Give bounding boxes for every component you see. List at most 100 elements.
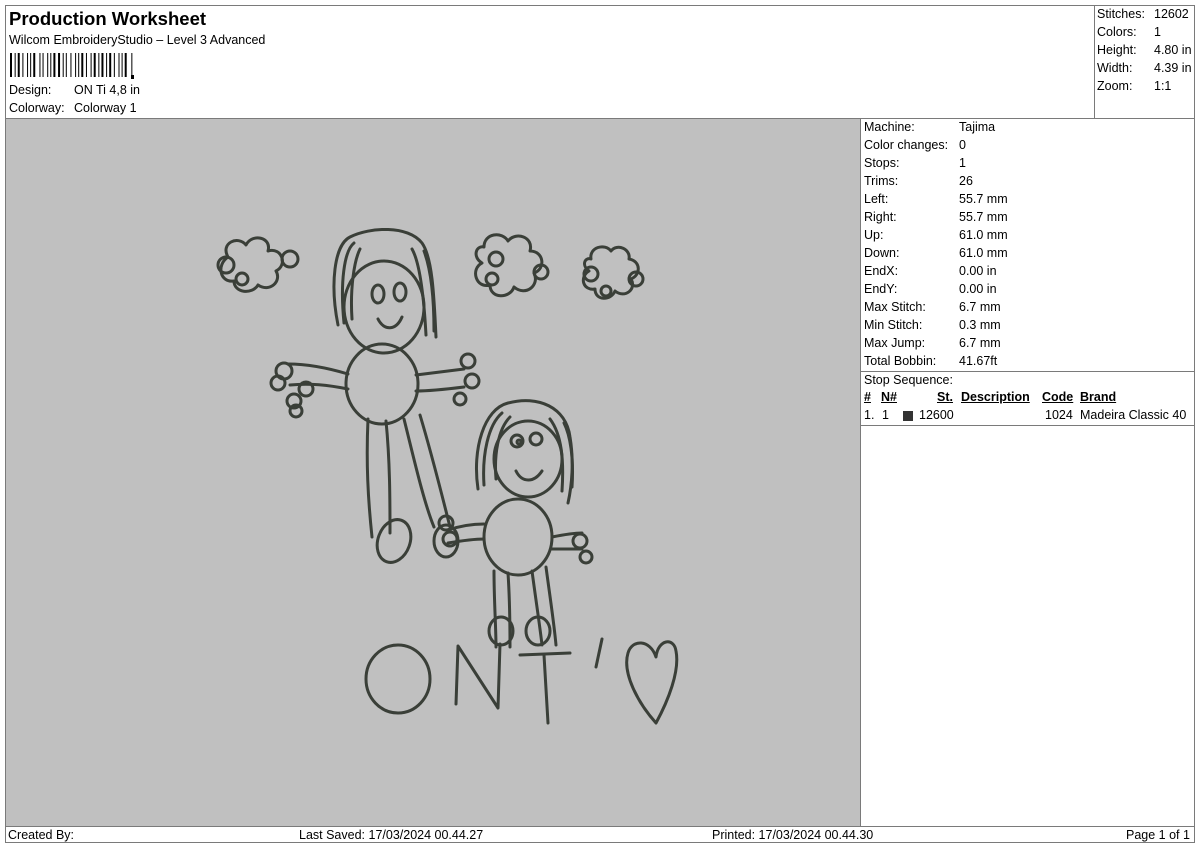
info-label: Right: bbox=[864, 210, 897, 224]
info-row: Right: 55.7 mm bbox=[864, 210, 1008, 224]
info-value: 0.00 in bbox=[959, 282, 997, 296]
barcode-bar bbox=[27, 53, 29, 77]
info-row: EndX: 0.00 in bbox=[864, 264, 997, 278]
design-label: Design: bbox=[9, 83, 52, 97]
info-value: 1 bbox=[959, 156, 966, 170]
page-number: Page 1 of 1 bbox=[1126, 828, 1190, 842]
barcode-bar bbox=[93, 53, 96, 77]
info-label: Stops: bbox=[864, 156, 900, 170]
worksheet-footer: Created By: Last Saved: 17/03/2024 00.44… bbox=[6, 826, 1194, 842]
stop-sequence-title: Stop Sequence: bbox=[864, 373, 953, 387]
info-label: Up: bbox=[864, 228, 884, 242]
stop-sequence-header: # N# St. Description Code Brand bbox=[864, 390, 1192, 406]
stat-value: 1 bbox=[1154, 25, 1161, 39]
stat-value: 12602 bbox=[1154, 7, 1189, 21]
barcode-bar bbox=[58, 53, 61, 77]
barcode-bar bbox=[62, 53, 64, 77]
divider bbox=[861, 371, 1194, 372]
stat-label: Height: bbox=[1097, 43, 1137, 57]
child-figure bbox=[437, 399, 594, 649]
page-title: Production Worksheet bbox=[9, 8, 207, 29]
software-name: Wilcom EmbroideryStudio – Level 3 Advanc… bbox=[9, 33, 266, 47]
barcode-bar bbox=[109, 53, 112, 77]
barcode-bar bbox=[131, 53, 133, 77]
barcode-bar bbox=[10, 53, 12, 77]
info-value: 0 bbox=[959, 138, 966, 152]
barcode-bar bbox=[124, 53, 127, 77]
stat-label: Colors: bbox=[1097, 25, 1137, 39]
info-row: Left: 55.7 mm bbox=[864, 192, 1008, 206]
barcode-bar bbox=[121, 53, 123, 77]
barcode-bar bbox=[50, 53, 52, 77]
barcode-bar bbox=[30, 53, 32, 77]
info-value: 26 bbox=[959, 174, 973, 188]
machine-info-panel: Machine: Tajima Color changes: 0 Stops: 1 Trim… bbox=[861, 119, 1194, 826]
design-preview bbox=[6, 119, 861, 826]
thread-color-swatch bbox=[903, 411, 913, 421]
info-value: 55.7 mm bbox=[959, 192, 1008, 206]
info-label: EndX: bbox=[864, 264, 899, 278]
info-row: Trims: 26 bbox=[864, 174, 973, 188]
barcode-bar bbox=[42, 53, 44, 77]
barcode-bar bbox=[75, 53, 77, 77]
info-row: EndY: 0.00 in bbox=[864, 282, 997, 296]
colorway-label: Colorway: bbox=[9, 101, 65, 115]
colorway-row: Colorway: Colorway 1 bbox=[9, 101, 137, 115]
info-value: 0.00 in bbox=[959, 264, 997, 278]
info-value: 41.67ft bbox=[959, 354, 998, 368]
stat-colors: Colors: 1 bbox=[1097, 25, 1161, 39]
barcode-bar bbox=[70, 53, 72, 77]
info-value: 61.0 mm bbox=[959, 228, 1008, 242]
barcode-bar bbox=[53, 53, 56, 77]
barcode-bar bbox=[81, 53, 84, 77]
stat-label: Zoom: bbox=[1097, 79, 1133, 93]
info-row: Total Bobbin: 41.67ft bbox=[864, 354, 997, 368]
design-stats: Stitches: 12602 Colors: 1 Height: 4.80 in W… bbox=[1094, 6, 1194, 119]
design-value: ON Ti 4,8 in bbox=[74, 83, 140, 97]
row-stitches: 12600 bbox=[919, 408, 954, 422]
barcode-bar bbox=[47, 53, 49, 77]
info-row: Down: 61.0 mm bbox=[864, 246, 1008, 260]
cloud-right bbox=[581, 245, 645, 300]
stat-value: 4.39 in bbox=[1154, 61, 1192, 75]
info-label: Machine: bbox=[864, 120, 915, 134]
stop-sequence-row: 1. 1 12600 1024 Madeira Classic 40 bbox=[864, 408, 1192, 424]
col-brand: Brand bbox=[1080, 390, 1117, 404]
barcode-bar bbox=[101, 53, 104, 77]
colorway-value: Colorway 1 bbox=[74, 101, 137, 115]
row-needle: 1 bbox=[882, 408, 889, 422]
barcode-bar bbox=[39, 53, 41, 77]
printed-date: Printed: 17/03/2024 00.44.30 bbox=[712, 828, 874, 842]
row-num: 1. bbox=[864, 408, 875, 422]
info-label: EndY: bbox=[864, 282, 898, 296]
stat-width: Width: 4.39 in bbox=[1097, 61, 1192, 75]
barcode-bar bbox=[118, 53, 120, 77]
handwritten-text bbox=[364, 637, 679, 725]
worksheet-header: Production Worksheet Wilcom EmbroiderySt… bbox=[6, 6, 1094, 119]
col-code: Code bbox=[1042, 390, 1074, 404]
info-value: 61.0 mm bbox=[959, 246, 1008, 260]
info-label: Total Bobbin: bbox=[864, 354, 937, 368]
stat-value: 4.80 in bbox=[1154, 43, 1192, 57]
row-brand: Madeira Classic 40 bbox=[1080, 408, 1187, 422]
col-needle: N# bbox=[881, 390, 897, 404]
stat-label: Width: bbox=[1097, 61, 1133, 75]
last-saved: Last Saved: 17/03/2024 00.44.27 bbox=[299, 828, 484, 842]
info-value: 55.7 mm bbox=[959, 210, 1008, 224]
stat-label: Stitches: bbox=[1097, 7, 1145, 21]
info-value: 0.3 mm bbox=[959, 318, 1001, 332]
cloud-left bbox=[216, 236, 300, 293]
stat-height: Height: 4.80 in bbox=[1097, 43, 1192, 57]
info-label: Max Stitch: bbox=[864, 300, 926, 314]
barcode-bar bbox=[65, 53, 67, 77]
barcode-comma bbox=[131, 75, 134, 79]
info-value: Tajima bbox=[959, 120, 996, 134]
info-row: Machine: Tajima bbox=[864, 120, 995, 134]
production-worksheet: Production Worksheet Wilcom EmbroiderySt… bbox=[5, 5, 1195, 843]
row-code: 1024 bbox=[1045, 408, 1073, 422]
col-description: Description bbox=[961, 390, 1030, 404]
info-value: 6.7 mm bbox=[959, 300, 1001, 314]
stat-stitches: Stitches: 12602 bbox=[1097, 7, 1189, 21]
barcode-bar bbox=[22, 53, 24, 77]
info-row: Color changes: 0 bbox=[864, 138, 966, 152]
